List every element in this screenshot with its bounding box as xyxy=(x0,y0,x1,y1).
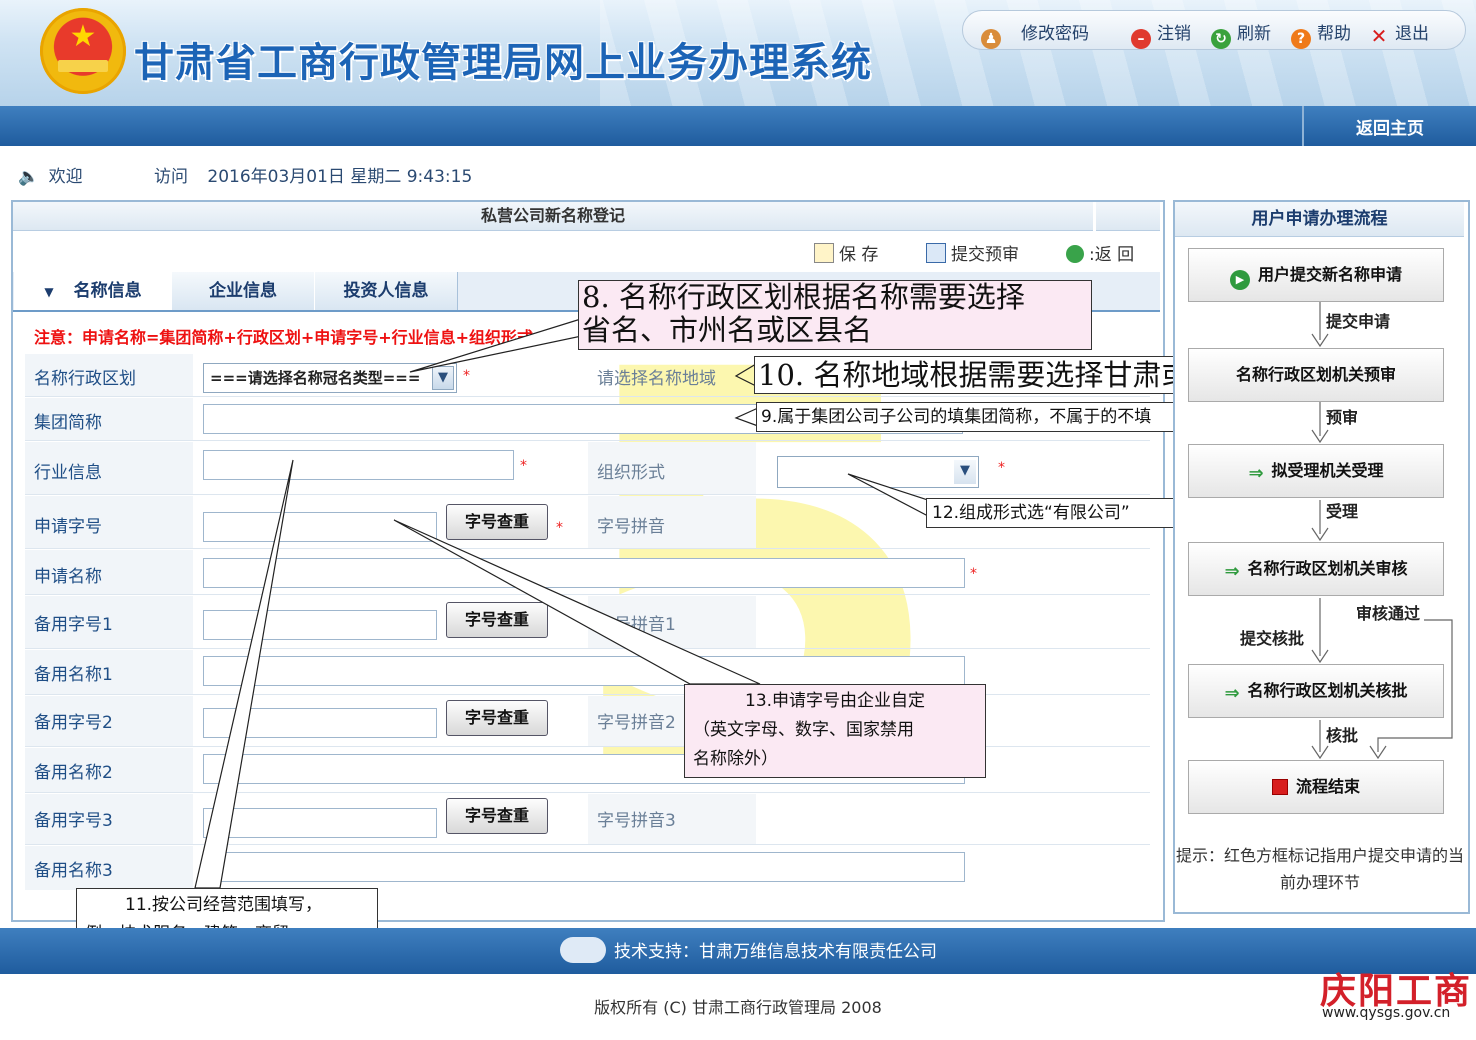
process-step-4: ⇒ 名称行政区划机关审核 xyxy=(1188,542,1444,596)
users-icon xyxy=(560,937,606,963)
process-step-6: 流程结束 xyxy=(1188,760,1444,814)
stop-icon xyxy=(1271,779,1288,795)
flow-label: 提交申请 xyxy=(1326,312,1391,331)
flow-label: 提交核批 xyxy=(1240,629,1305,648)
process-step-2: 名称行政区划机关预审 xyxy=(1188,348,1444,402)
process-step-1: ▶ 用户提交新名称申请 xyxy=(1188,248,1444,302)
flow-label: 核批 xyxy=(1326,726,1359,745)
process-tip: 提示：红色方框标记指用户提交申请的当前办理环节 xyxy=(1176,846,1465,892)
play-icon: ▶ xyxy=(1229,270,1250,290)
arrow-right-icon: ⇒ xyxy=(1224,561,1240,582)
copyright: 版权所有 (C) 甘肃工商行政管理局 2008 xyxy=(594,998,882,1017)
flow-label: 预审 xyxy=(1326,408,1359,427)
flow-label: 审核通过 xyxy=(1356,604,1421,623)
arrow-right-icon: ⇒ xyxy=(1248,463,1264,484)
watermark-url: www.qysgs.gov.cn xyxy=(1322,1005,1451,1021)
process-step-3: ⇒ 拟受理机关受理 xyxy=(1188,444,1444,498)
process-step-5: ⇒ 名称行政区划机关核批 xyxy=(1188,664,1444,718)
arrow-right-icon: ⇒ xyxy=(1224,683,1240,704)
tech-support: 技术支持：甘肃万维信息技术有限责任公司 xyxy=(560,937,937,963)
flow-label: 受理 xyxy=(1326,502,1359,521)
